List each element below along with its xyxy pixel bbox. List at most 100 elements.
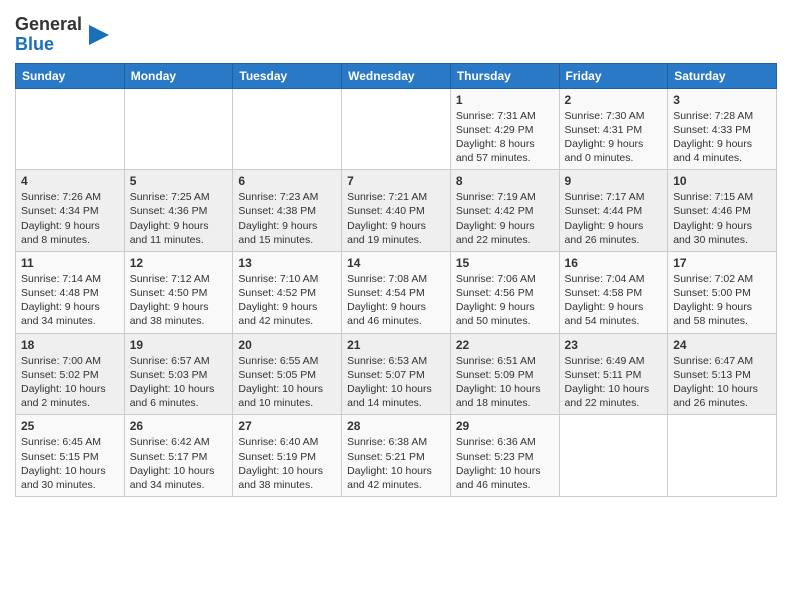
calendar-cell: 23 Sunrise: 6:49 AM Sunset: 5:11 PM Dayli… [559, 333, 668, 415]
day-number: 22 [456, 338, 554, 352]
calendar-cell [668, 415, 777, 497]
day-of-week-header: Thursday [450, 63, 559, 88]
day-of-week-header: Tuesday [233, 63, 342, 88]
day-number: 28 [347, 419, 445, 433]
calendar-cell: 20 Sunrise: 6:55 AM Sunset: 5:05 PM Dayli… [233, 333, 342, 415]
calendar-cell: 5 Sunrise: 7:25 AM Sunset: 4:36 PM Daylig… [124, 170, 233, 252]
day-info: Sunrise: 7:23 AM Sunset: 4:38 PM Dayligh… [238, 190, 336, 247]
day-number: 4 [21, 174, 119, 188]
day-number: 2 [565, 93, 663, 107]
calendar-cell: 11 Sunrise: 7:14 AM Sunset: 4:48 PM Dayli… [16, 251, 125, 333]
day-number: 12 [130, 256, 228, 270]
calendar-header-row: SundayMondayTuesdayWednesdayThursdayFrid… [16, 63, 777, 88]
calendar-week-row: 25Sunrise: 6:45 AM Sunset: 5:15 PM Dayli… [16, 415, 777, 497]
calendar-cell: 22 Sunrise: 6:51 AM Sunset: 5:09 PM Dayli… [450, 333, 559, 415]
calendar-cell: 21Sunrise: 6:53 AM Sunset: 5:07 PM Dayli… [342, 333, 451, 415]
day-number: 3 [673, 93, 771, 107]
day-info: Sunrise: 6:51 AM Sunset: 5:09 PM Dayligh… [456, 354, 554, 411]
calendar-cell: 24 Sunrise: 6:47 AM Sunset: 5:13 PM Dayli… [668, 333, 777, 415]
day-info: Sunrise: 7:06 AM Sunset: 4:56 PM Dayligh… [456, 272, 554, 329]
day-info: Sunrise: 6:36 AM Sunset: 5:23 PM Dayligh… [456, 435, 554, 492]
day-number: 7 [347, 174, 445, 188]
calendar-cell: 25Sunrise: 6:45 AM Sunset: 5:15 PM Dayli… [16, 415, 125, 497]
calendar-cell: 28 Sunrise: 6:38 AM Sunset: 5:21 PM Dayli… [342, 415, 451, 497]
calendar-week-row: 18 Sunrise: 7:00 AM Sunset: 5:02 PM Dayli… [16, 333, 777, 415]
calendar-cell [342, 88, 451, 170]
day-info: Sunrise: 7:04 AM Sunset: 4:58 PM Dayligh… [565, 272, 663, 329]
calendar-cell: 13 Sunrise: 7:10 AM Sunset: 4:52 PM Dayli… [233, 251, 342, 333]
calendar-cell: 15 Sunrise: 7:06 AM Sunset: 4:56 PM Dayli… [450, 251, 559, 333]
day-of-week-header: Friday [559, 63, 668, 88]
calendar-cell: 9 Sunrise: 7:17 AM Sunset: 4:44 PM Daylig… [559, 170, 668, 252]
calendar-cell: 4 Sunrise: 7:26 AM Sunset: 4:34 PM Daylig… [16, 170, 125, 252]
day-of-week-header: Saturday [668, 63, 777, 88]
calendar-body: 1Sunrise: 7:31 AM Sunset: 4:29 PM Daylig… [16, 88, 777, 496]
calendar-cell: 2 Sunrise: 7:30 AM Sunset: 4:31 PM Daylig… [559, 88, 668, 170]
day-number: 19 [130, 338, 228, 352]
calendar-cell: 10 Sunrise: 7:15 AM Sunset: 4:46 PM Dayli… [668, 170, 777, 252]
day-info: Sunrise: 7:17 AM Sunset: 4:44 PM Dayligh… [565, 190, 663, 247]
day-info: Sunrise: 7:02 AM Sunset: 5:00 PM Dayligh… [673, 272, 771, 329]
logo-blue: Blue [15, 34, 54, 54]
day-number: 10 [673, 174, 771, 188]
day-info: Sunrise: 7:10 AM Sunset: 4:52 PM Dayligh… [238, 272, 336, 329]
calendar-cell [559, 415, 668, 497]
calendar-cell: 8Sunrise: 7:19 AM Sunset: 4:42 PM Daylig… [450, 170, 559, 252]
day-info: Sunrise: 7:00 AM Sunset: 5:02 PM Dayligh… [21, 354, 119, 411]
day-number: 9 [565, 174, 663, 188]
day-info: Sunrise: 7:15 AM Sunset: 4:46 PM Dayligh… [673, 190, 771, 247]
calendar-cell: 7 Sunrise: 7:21 AM Sunset: 4:40 PM Daylig… [342, 170, 451, 252]
day-info: Sunrise: 7:12 AM Sunset: 4:50 PM Dayligh… [130, 272, 228, 329]
day-info: Sunrise: 7:14 AM Sunset: 4:48 PM Dayligh… [21, 272, 119, 329]
calendar-cell [16, 88, 125, 170]
day-number: 8 [456, 174, 554, 188]
day-info: Sunrise: 6:42 AM Sunset: 5:17 PM Dayligh… [130, 435, 228, 492]
day-number: 13 [238, 256, 336, 270]
calendar-cell: 3Sunrise: 7:28 AM Sunset: 4:33 PM Daylig… [668, 88, 777, 170]
calendar-cell: 27 Sunrise: 6:40 AM Sunset: 5:19 PM Dayli… [233, 415, 342, 497]
day-number: 17 [673, 256, 771, 270]
day-info: Sunrise: 7:21 AM Sunset: 4:40 PM Dayligh… [347, 190, 445, 247]
day-info: Sunrise: 6:40 AM Sunset: 5:19 PM Dayligh… [238, 435, 336, 492]
day-number: 23 [565, 338, 663, 352]
day-number: 18 [21, 338, 119, 352]
day-number: 14 [347, 256, 445, 270]
logo-general: General [15, 14, 82, 34]
day-info: Sunrise: 6:47 AM Sunset: 5:13 PM Dayligh… [673, 354, 771, 411]
day-info: Sunrise: 6:49 AM Sunset: 5:11 PM Dayligh… [565, 354, 663, 411]
day-info: Sunrise: 6:53 AM Sunset: 5:07 PM Dayligh… [347, 354, 445, 411]
day-info: Sunrise: 7:30 AM Sunset: 4:31 PM Dayligh… [565, 109, 663, 166]
day-info: Sunrise: 7:26 AM Sunset: 4:34 PM Dayligh… [21, 190, 119, 247]
day-number: 29 [456, 419, 554, 433]
calendar-week-row: 11 Sunrise: 7:14 AM Sunset: 4:48 PM Dayli… [16, 251, 777, 333]
day-number: 27 [238, 419, 336, 433]
calendar: SundayMondayTuesdayWednesdayThursdayFrid… [15, 63, 777, 497]
day-number: 20 [238, 338, 336, 352]
day-number: 15 [456, 256, 554, 270]
day-info: Sunrise: 7:31 AM Sunset: 4:29 PM Dayligh… [456, 109, 554, 166]
calendar-week-row: 4 Sunrise: 7:26 AM Sunset: 4:34 PM Daylig… [16, 170, 777, 252]
day-number: 24 [673, 338, 771, 352]
day-info: Sunrise: 7:25 AM Sunset: 4:36 PM Dayligh… [130, 190, 228, 247]
calendar-cell: 29 Sunrise: 6:36 AM Sunset: 5:23 PM Dayli… [450, 415, 559, 497]
day-number: 11 [21, 256, 119, 270]
logo: General Blue [15, 15, 113, 55]
calendar-cell: 6Sunrise: 7:23 AM Sunset: 4:38 PM Daylig… [233, 170, 342, 252]
calendar-cell: 12 Sunrise: 7:12 AM Sunset: 4:50 PM Dayli… [124, 251, 233, 333]
day-number: 16 [565, 256, 663, 270]
day-info: Sunrise: 7:08 AM Sunset: 4:54 PM Dayligh… [347, 272, 445, 329]
calendar-cell: 14 Sunrise: 7:08 AM Sunset: 4:54 PM Dayli… [342, 251, 451, 333]
day-info: Sunrise: 6:55 AM Sunset: 5:05 PM Dayligh… [238, 354, 336, 411]
day-of-week-header: Sunday [16, 63, 125, 88]
header: General Blue [15, 10, 777, 55]
calendar-cell: 26 Sunrise: 6:42 AM Sunset: 5:17 PM Dayli… [124, 415, 233, 497]
calendar-cell: 17 Sunrise: 7:02 AM Sunset: 5:00 PM Dayli… [668, 251, 777, 333]
day-of-week-header: Monday [124, 63, 233, 88]
logo-icon [85, 21, 113, 49]
calendar-cell: 16 Sunrise: 7:04 AM Sunset: 4:58 PM Dayli… [559, 251, 668, 333]
day-number: 26 [130, 419, 228, 433]
day-number: 5 [130, 174, 228, 188]
calendar-cell: 19Sunrise: 6:57 AM Sunset: 5:03 PM Dayli… [124, 333, 233, 415]
day-info: Sunrise: 6:38 AM Sunset: 5:21 PM Dayligh… [347, 435, 445, 492]
calendar-week-row: 1Sunrise: 7:31 AM Sunset: 4:29 PM Daylig… [16, 88, 777, 170]
